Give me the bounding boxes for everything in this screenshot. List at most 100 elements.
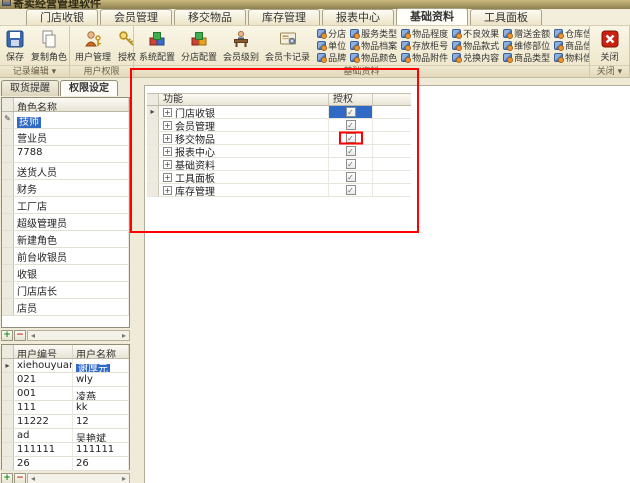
user-id-header[interactable]: 用户编号 — [14, 345, 73, 358]
tab-报表中心[interactable]: 报表中心 — [322, 9, 394, 25]
permission-row[interactable]: +移交物品✓ — [147, 132, 411, 145]
authorize-cell[interactable]: ✓ — [329, 132, 373, 144]
ribbon-small-服务类型[interactable]: 服务类型 — [348, 27, 399, 39]
role-scrollbar[interactable]: ◂ ▸ — [27, 330, 130, 341]
delete-role-button[interactable]: − — [14, 330, 26, 341]
function-header[interactable]: 功能 — [159, 94, 329, 105]
checkbox-checked-icon[interactable]: ✓ — [346, 146, 356, 156]
user-name-cell[interactable]: wly — [73, 373, 129, 386]
authorize-cell[interactable]: ✓ — [329, 171, 373, 183]
user-name-cell[interactable]: kk — [73, 401, 129, 414]
role-name-cell[interactable]: 7788 — [14, 146, 129, 162]
user-name-header[interactable]: 用户名称 — [73, 345, 129, 358]
permission-row[interactable]: +会员管理 ✓ — [147, 119, 411, 132]
role-row[interactable]: 送货人员 — [2, 163, 129, 180]
checkbox-checked-icon[interactable]: ✓ — [346, 159, 356, 169]
role-row[interactable]: 超级管理员 — [2, 214, 129, 231]
user-name-cell[interactable]: 谢厚元 — [73, 359, 129, 372]
branch-config-button[interactable]: 分店配置 — [178, 27, 220, 65]
system-config-button[interactable]: 系统配置 — [136, 27, 178, 65]
function-cell[interactable]: +基础资料 — [159, 158, 329, 170]
user-id-cell[interactable]: 111 — [14, 401, 73, 414]
save-button[interactable]: 保存 — [2, 27, 28, 65]
role-name-cell[interactable]: 前台收银员 — [14, 248, 129, 264]
scroll-left-icon[interactable]: ◂ — [28, 474, 38, 483]
ribbon-small-单位[interactable]: 单位 — [315, 39, 348, 51]
ribbon-small-物品档案[interactable]: 物品档案 — [348, 39, 399, 51]
user-row[interactable]: 111kk — [2, 401, 129, 415]
permission-row[interactable]: +库存管理✓ — [147, 184, 411, 197]
user-name-cell[interactable]: 凌燕 — [73, 387, 129, 400]
close-button[interactable]: 关闭 — [597, 27, 623, 65]
role-name-cell[interactable]: 收银 — [14, 265, 129, 281]
role-name-cell[interactable]: 财务 — [14, 180, 129, 196]
authorize-header[interactable]: 授权 — [329, 94, 373, 105]
user-row[interactable]: 1122212 — [2, 415, 129, 429]
role-name-cell[interactable]: 营业员 — [14, 129, 129, 145]
ribbon-small-商品类型[interactable]: 商品类型 — [501, 51, 552, 63]
expand-plus-icon[interactable]: + — [163, 186, 172, 195]
role-name-cell[interactable]: 超级管理员 — [14, 214, 129, 230]
tab-移交物品[interactable]: 移交物品 — [174, 9, 246, 25]
panel-tab-取货提醒[interactable]: 取货提醒 — [1, 80, 59, 96]
ribbon-small-物品附件[interactable]: 物品附件 — [399, 51, 450, 63]
user-manage-button[interactable]: 用户管理 — [72, 27, 114, 65]
ribbon-small-物品程度[interactable]: 物品程度 — [399, 27, 450, 39]
permission-row[interactable]: +报表中心 ✓ — [147, 145, 411, 158]
scroll-left-icon[interactable]: ◂ — [28, 331, 38, 340]
role-row[interactable]: 前台收银员 — [2, 248, 129, 265]
role-name-cell[interactable]: 店员 — [14, 299, 129, 315]
permission-row[interactable]: +工具面板 ✓ — [147, 171, 411, 184]
role-row[interactable]: 门店店长 — [2, 282, 129, 299]
role-row[interactable]: 7788 — [2, 146, 129, 163]
scroll-right-icon[interactable]: ▸ — [119, 474, 129, 483]
tab-库存管理[interactable]: 库存管理 — [248, 9, 320, 25]
user-name-cell[interactable]: 12 — [73, 415, 129, 428]
delete-user-button[interactable]: − — [14, 473, 26, 483]
expand-plus-icon[interactable]: + — [163, 121, 172, 130]
group-caption-record-edit[interactable]: 记录编辑 ▾ — [0, 65, 69, 77]
role-name-cell[interactable]: 技师 — [14, 112, 129, 128]
role-name-cell[interactable]: 送货人员 — [14, 163, 129, 179]
ribbon-small-存放柜号[interactable]: 存放柜号 — [399, 39, 450, 51]
ribbon-small-商品信息[interactable]: 商品信息 — [552, 39, 590, 51]
tab-基础资料[interactable]: 基础资料 — [396, 8, 468, 25]
scroll-right-icon[interactable]: ▸ — [119, 331, 129, 340]
user-row[interactable]: 001凌燕 — [2, 387, 129, 401]
role-row[interactable]: 新建角色 — [2, 231, 129, 248]
role-row[interactable]: 营业员 — [2, 129, 129, 146]
function-cell[interactable]: +会员管理 — [159, 119, 329, 131]
tab-工具面板[interactable]: 工具面板 — [470, 9, 542, 25]
authorize-cell[interactable]: ✓ — [329, 119, 373, 131]
role-row[interactable]: ✎技师 — [2, 112, 129, 129]
tab-门店收银[interactable]: 门店收银 — [26, 9, 98, 25]
ribbon-small-仓库信息[interactable]: 仓库信息 — [552, 27, 590, 39]
group-caption-user-rights[interactable]: 用户权限 — [70, 65, 133, 77]
user-row[interactable]: 021wly — [2, 373, 129, 387]
ribbon-small-维修部位[interactable]: 维修部位 — [501, 39, 552, 51]
group-caption-base-data[interactable]: 基础资料 — [134, 65, 589, 77]
user-id-cell[interactable]: 021 — [14, 373, 73, 386]
ribbon-small-品牌[interactable]: 品牌 — [315, 51, 348, 63]
function-cell[interactable]: +报表中心 — [159, 145, 329, 157]
function-cell[interactable]: +工具面板 — [159, 171, 329, 183]
checkbox-checked-icon[interactable]: ✓ — [346, 120, 356, 130]
function-cell[interactable]: +库存管理 — [159, 184, 329, 196]
user-id-cell[interactable]: 001 — [14, 387, 73, 400]
expand-plus-icon[interactable]: + — [163, 160, 172, 169]
permission-row[interactable]: +基础资料 ✓ — [147, 158, 411, 171]
copy-role-button[interactable]: 复制角色 — [28, 27, 70, 65]
role-row[interactable]: 店员 — [2, 299, 129, 316]
checkbox-checked-icon[interactable]: ✓ — [346, 107, 356, 117]
function-cell[interactable]: +门店收银 — [159, 106, 329, 118]
member-level-button[interactable]: 会员级别 — [220, 27, 262, 65]
role-name-cell[interactable]: 门店店长 — [14, 282, 129, 298]
checkbox-checked-icon[interactable]: ✓ — [346, 172, 356, 182]
user-id-cell[interactable]: 111111 — [14, 443, 73, 456]
checkbox-checked-icon[interactable]: ✓ — [346, 133, 356, 143]
user-id-cell[interactable]: xiehouyuan — [14, 359, 73, 372]
expand-plus-icon[interactable]: + — [163, 173, 172, 182]
role-row[interactable]: 工厂店 — [2, 197, 129, 214]
panel-tab-权限设定[interactable]: 权限设定 — [60, 80, 118, 96]
user-row[interactable]: ▸xiehouyuan谢厚元 — [2, 359, 129, 373]
